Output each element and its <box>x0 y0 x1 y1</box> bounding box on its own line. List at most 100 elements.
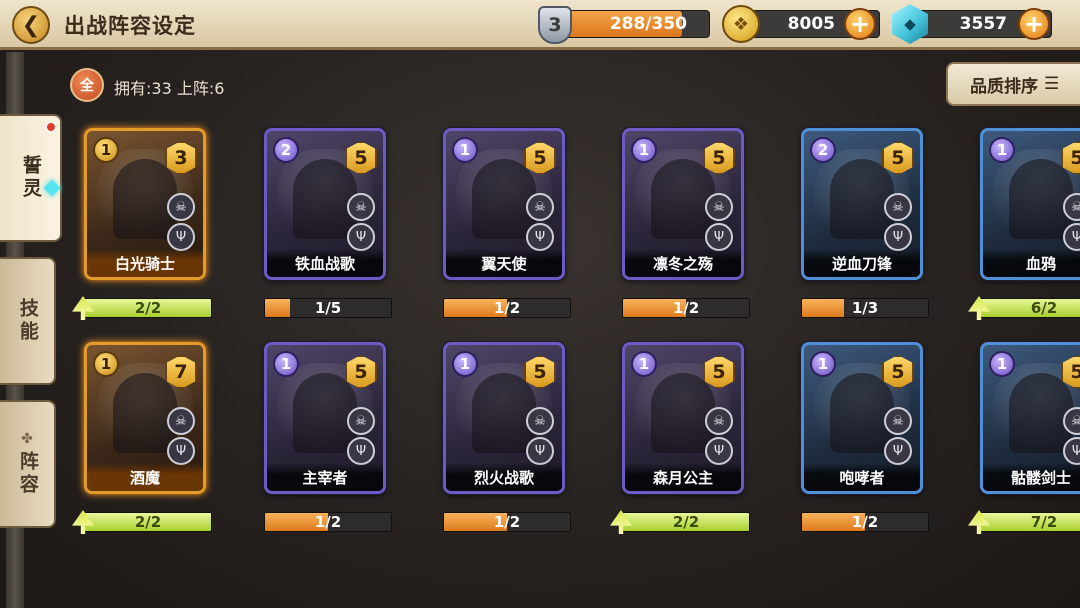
hero-star-badge: 1 <box>93 351 119 377</box>
hero-card[interactable]: 1 5 ☠ Ψ 凛冬之殇 <box>622 128 744 280</box>
progress-text: 2/2 <box>134 513 162 531</box>
back-button[interactable]: ❮ <box>12 6 50 44</box>
owned-count: 拥有:33 上阵:6 <box>114 79 225 98</box>
hero-card[interactable]: 2 5 ☠ Ψ 逆血刀锋 <box>801 128 923 280</box>
class-skull-icon: ☠ <box>167 193 195 221</box>
hero-silhouette <box>830 159 894 239</box>
back-arrow-icon: ❮ <box>21 12 41 38</box>
hero-star-badge: 1 <box>452 351 478 377</box>
hero-star-badge: 1 <box>93 137 119 163</box>
class-skull-icon: ☠ <box>347 407 375 435</box>
hero-name: 森月公主 <box>625 463 741 491</box>
hero-star-badge: 1 <box>631 351 657 377</box>
hero-shard-progress: 1/3 <box>801 298 929 318</box>
class-skull-icon: ☠ <box>526 407 554 435</box>
class-skull-icon: ☠ <box>526 193 554 221</box>
class-trident-icon: Ψ <box>167 223 195 251</box>
hero-silhouette <box>1009 159 1073 239</box>
add-gold-button[interactable]: + <box>844 8 876 40</box>
hero-star-badge: 1 <box>989 137 1015 163</box>
filter-all-button[interactable]: 全 <box>70 68 104 102</box>
progress-text: 2/2 <box>672 513 700 531</box>
hero-name: 翼天使 <box>446 249 562 277</box>
hero-name: 白光骑士 <box>87 249 203 277</box>
gold-coin-icon: ❖ <box>722 5 760 43</box>
sidebar-tab-formation[interactable]: ✤ 阵容 <box>0 400 56 528</box>
hero-silhouette <box>472 159 536 239</box>
notification-dot <box>46 122 56 132</box>
hero-name: 骷髅剑士 <box>983 463 1080 491</box>
hero-shard-progress: 2/2 <box>622 512 750 532</box>
hero-shard-progress: 2/2 <box>84 512 212 532</box>
sort-label: 品质排序 <box>970 76 1038 97</box>
hero-silhouette <box>472 373 536 453</box>
hero-star-badge: 1 <box>810 351 836 377</box>
hero-card[interactable]: 1 5 ☠ Ψ 烈火战歌 <box>443 342 565 494</box>
hero-shard-progress: 1/2 <box>264 512 392 532</box>
hero-silhouette <box>293 159 357 239</box>
list-sort-icon: ☰ <box>1044 74 1060 94</box>
class-skull-icon: ☠ <box>705 193 733 221</box>
progress-text: 1/3 <box>851 299 879 317</box>
hero-shard-progress: 2/2 <box>84 298 212 318</box>
hero-card[interactable]: 1 3 ☠ Ψ 白光骑士 <box>84 128 206 280</box>
sidebar-tab-spirits[interactable]: 誓灵 <box>0 114 62 242</box>
progress-text: 1/2 <box>493 513 521 531</box>
progress-text: 6/2 <box>1030 299 1058 317</box>
add-gem-button[interactable]: + <box>1018 8 1050 40</box>
class-skull-icon: ☠ <box>167 407 195 435</box>
class-skull-icon: ☠ <box>884 407 912 435</box>
class-skull-icon: ☠ <box>705 407 733 435</box>
hero-name: 血鸦 <box>983 249 1080 277</box>
plus-icon: + <box>849 10 871 38</box>
hero-silhouette <box>1009 373 1073 453</box>
hero-name: 凛冬之殇 <box>625 249 741 277</box>
hero-name: 酒魔 <box>87 463 203 491</box>
progress-text: 7/2 <box>1030 513 1058 531</box>
hero-shard-progress: 1/2 <box>443 512 571 532</box>
progress-text: 1/5 <box>314 299 342 317</box>
hero-card[interactable]: 1 5 ☠ Ψ 主宰者 <box>264 342 386 494</box>
class-trident-icon: Ψ <box>526 223 554 251</box>
hero-name: 咆哮者 <box>804 463 920 491</box>
hero-shard-progress: 1/2 <box>801 512 929 532</box>
class-trident-icon: Ψ <box>884 223 912 251</box>
hero-silhouette <box>113 159 177 239</box>
progress-text: 1/2 <box>672 299 700 317</box>
hero-card[interactable]: 1 5 ☠ Ψ 咆哮者 <box>801 342 923 494</box>
class-trident-icon: Ψ <box>347 223 375 251</box>
formation-icon: ✤ <box>21 431 33 448</box>
gem-value: 3557 <box>959 14 1007 34</box>
class-trident-icon: Ψ <box>526 437 554 465</box>
hero-star-badge: 2 <box>273 137 299 163</box>
hero-card[interactable]: 15☠Ψ血鸦 <box>980 128 1080 280</box>
hero-silhouette <box>113 373 177 453</box>
plus-icon: + <box>1023 10 1045 38</box>
sidebar-tab-label: 阵容 <box>16 450 39 497</box>
class-trident-icon: Ψ <box>347 437 375 465</box>
stamina-value: 288/350 <box>609 14 687 34</box>
hero-card[interactable]: 1 5 ☠ Ψ 翼天使 <box>443 128 565 280</box>
hero-silhouette <box>651 373 715 453</box>
progress-text: 1/2 <box>851 513 879 531</box>
hero-card[interactable]: 1 7 ☠ Ψ 酒魔 <box>84 342 206 494</box>
top-bar: ❮ 出战阵容设定 288/350 3 8005 ❖ + 3557 ◆ + <box>0 0 1080 50</box>
page-title: 出战阵容设定 <box>64 14 196 38</box>
hero-name: 烈火战歌 <box>446 463 562 491</box>
hero-card[interactable]: 2 5 ☠ Ψ 铁血战歌 <box>264 128 386 280</box>
progress-text: 1/2 <box>493 299 521 317</box>
sidebar-tab-skills[interactable]: 技能 <box>0 257 56 385</box>
filter-all-label: 全 <box>80 78 94 94</box>
hero-card[interactable]: 1 5 ☠ Ψ 森月公主 <box>622 342 744 494</box>
gold-value: 8005 <box>787 14 835 34</box>
sidebar-tab-label: 技能 <box>16 298 39 344</box>
class-trident-icon: Ψ <box>705 223 733 251</box>
hero-star-badge: 1 <box>631 137 657 163</box>
level-shield-icon: 3 <box>538 6 572 44</box>
hero-card[interactable]: 15☠Ψ骷髅剑士 <box>980 342 1080 494</box>
hero-shard-progress: 1/5 <box>264 298 392 318</box>
sort-quality-button[interactable]: 品质排序 ☰ <box>946 62 1080 106</box>
class-skull-icon: ☠ <box>884 193 912 221</box>
class-trident-icon: Ψ <box>884 437 912 465</box>
hero-silhouette <box>830 373 894 453</box>
